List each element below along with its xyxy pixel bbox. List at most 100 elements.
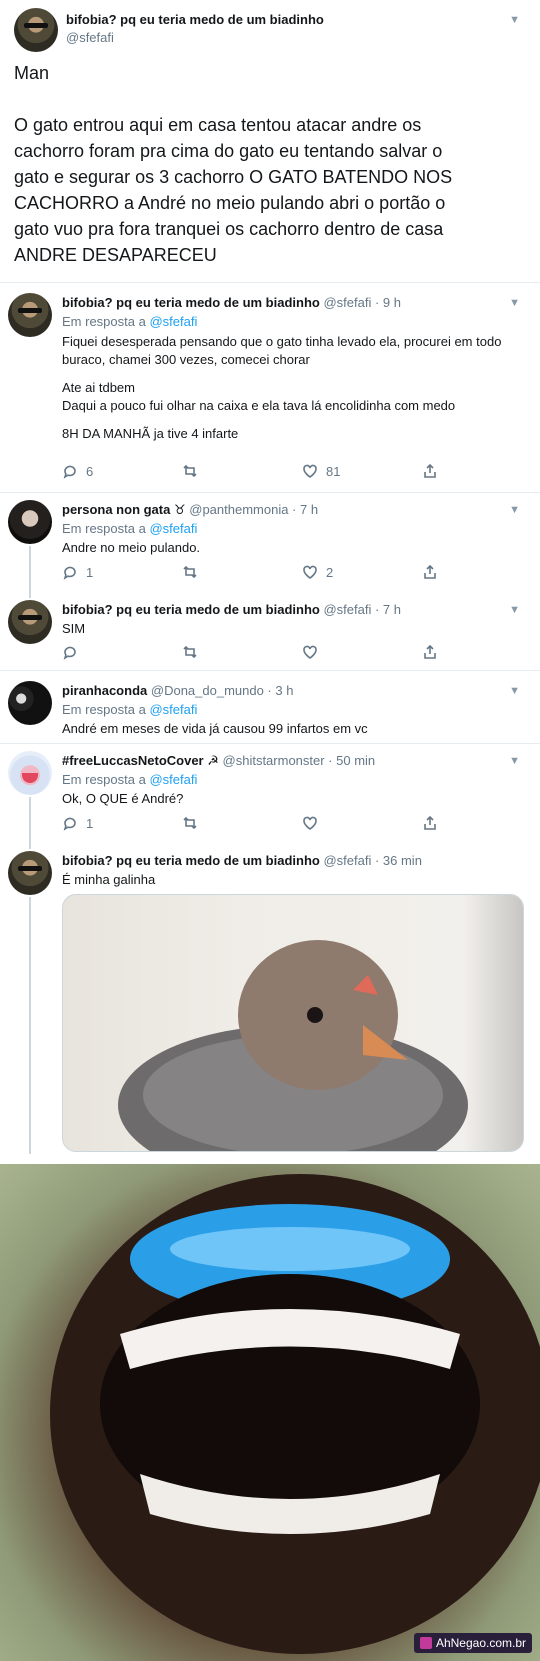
like-button[interactable] <box>302 815 318 831</box>
author-name[interactable]: bifobia? pq eu teria medo de um biadinho <box>66 12 324 27</box>
author-meta[interactable]: @panthemmonia · 7 h <box>189 502 318 517</box>
reply-button[interactable] <box>62 644 78 660</box>
retweet-button[interactable] <box>182 564 198 580</box>
author-handle[interactable]: @sfefafi <box>66 30 114 45</box>
heart-icon <box>303 565 317 579</box>
retweet-icon <box>183 565 197 579</box>
tweet-thread: bifobia? pq eu teria medo de um biadinho… <box>0 0 540 1164</box>
reply-count: 6 <box>86 463 94 479</box>
in-reply-link[interactable]: @sfefafi <box>149 521 197 536</box>
reply-icon <box>63 646 76 660</box>
tweet-line: Man <box>14 63 50 83</box>
author-meta[interactable]: @Dona_do_mundo · 3 h <box>151 683 294 698</box>
watermark-text: AhNegao.com.br <box>435 1636 526 1650</box>
laughing-face-illustration <box>50 1174 540 1654</box>
chevron-down-icon[interactable]: ▼ <box>509 685 520 697</box>
reply-tweet[interactable]: bifobia? pq eu teria medo de um biadinho… <box>0 293 540 490</box>
reply-tweet[interactable]: piranhaconda @Dona_do_mundo · 3 h ▼ Em r… <box>0 681 540 741</box>
tweet-line: ANDRE DESAPARECEU <box>14 245 217 265</box>
tweet-line: CACHORRO a André no meio pulando abri o … <box>14 193 446 213</box>
author-name[interactable]: bifobia? pq eu teria medo de um biadinho <box>62 295 320 310</box>
avatar[interactable] <box>8 851 52 895</box>
author-name[interactable]: persona non gata ♉ <box>62 502 186 517</box>
reply-button[interactable]: 6 <box>62 463 93 479</box>
reply-icon <box>63 465 76 479</box>
share-button[interactable] <box>422 463 438 479</box>
in-reply-label: Em resposta a <box>62 772 146 787</box>
tweet-text: André em meses de vida já causou 99 infa… <box>62 720 522 738</box>
tweet-line: Fiquei desesperada pensando que o gato t… <box>62 334 502 349</box>
retweet-button[interactable] <box>182 463 198 479</box>
share-icon <box>424 463 436 478</box>
thread-connector <box>29 797 31 849</box>
reply-button[interactable]: 1 <box>62 564 93 580</box>
reply-header: #freeLuccasNetoCover ☭ @shitstarmonster … <box>62 753 375 769</box>
reply-header: persona non gata ♉ @panthemmonia · 7 h <box>62 502 318 518</box>
reply-tweet[interactable]: persona non gata ♉ @panthemmonia · 7 h ▼… <box>0 500 540 585</box>
reply-tweet[interactable]: bifobia? pq eu teria medo de um biadinho… <box>0 600 540 668</box>
share-button[interactable] <box>422 564 438 580</box>
reply-tweet[interactable]: bifobia? pq eu teria medo de um biadinho… <box>0 851 540 895</box>
retweet-icon <box>183 645 197 659</box>
avatar[interactable] <box>8 500 52 544</box>
avatar[interactable] <box>8 600 52 644</box>
avatar[interactable] <box>8 751 52 795</box>
tweet-line: Daqui a pouco fui olhar na caixa e ela t… <box>62 398 456 413</box>
divider <box>0 492 540 493</box>
author-meta[interactable]: @shitstarmonster · 50 min <box>223 753 376 768</box>
tweet-line: buraco, chamei 300 vezes, comecei chorar <box>62 352 310 367</box>
like-count: 2 <box>326 564 334 580</box>
chicken-photo[interactable] <box>62 894 524 1152</box>
cap-highlight <box>170 1227 410 1271</box>
chevron-down-icon[interactable]: ▼ <box>509 297 520 309</box>
chevron-down-icon[interactable]: ▼ <box>509 604 520 616</box>
in-reply-link[interactable]: @sfefafi <box>149 314 197 329</box>
author-name[interactable]: piranhaconda <box>62 683 147 698</box>
retweet-button[interactable] <box>182 644 198 660</box>
like-button[interactable]: 81 <box>302 463 340 479</box>
chevron-down-icon[interactable]: ▼ <box>509 504 520 516</box>
avatar[interactable] <box>8 293 52 337</box>
tweet-text: SIM <box>62 620 522 638</box>
reply-tweet[interactable]: #freeLuccasNetoCover ☭ @shitstarmonster … <box>0 751 540 836</box>
in-reply-label: Em resposta a <box>62 314 146 329</box>
author-meta[interactable]: @sfefafi · 9 h <box>323 295 401 310</box>
like-button[interactable]: 2 <box>302 564 333 580</box>
author-meta[interactable]: @sfefafi · 36 min <box>323 853 421 868</box>
retweet-button[interactable] <box>182 815 198 831</box>
like-button[interactable] <box>302 644 318 660</box>
author-name[interactable]: bifobia? pq eu teria medo de um biadinho <box>62 853 320 868</box>
tweet-line: gato vuo pra fora tranquei os cachorro d… <box>14 219 444 239</box>
in-reply-link[interactable]: @sfefafi <box>149 772 197 787</box>
reply-header: piranhaconda @Dona_do_mundo · 3 h <box>62 683 293 698</box>
like-count: 81 <box>326 463 341 479</box>
reply-header: bifobia? pq eu teria medo de um biadinho… <box>62 295 401 310</box>
share-button[interactable] <box>422 815 438 831</box>
watermark: AhNegao.com.br <box>413 1633 532 1653</box>
in-reply-link[interactable]: @sfefafi <box>149 702 197 717</box>
heart-icon <box>303 464 317 478</box>
author-meta[interactable]: @sfefafi · 7 h <box>323 602 401 617</box>
share-icon <box>424 644 436 659</box>
author-name[interactable]: bifobia? pq eu teria medo de um biadinho <box>62 602 320 617</box>
share-button[interactable] <box>422 644 438 660</box>
avatar[interactable] <box>8 681 52 725</box>
in-reply-label: Em resposta a <box>62 521 146 536</box>
tweet-line: André em meses de vida já causou 99 infa… <box>62 721 368 736</box>
author-name[interactable]: #freeLuccasNetoCover ☭ <box>62 753 219 768</box>
chicken-eye <box>307 1007 323 1023</box>
avatar[interactable] <box>14 8 58 52</box>
retweet-icon <box>183 464 197 478</box>
main-tweet[interactable]: bifobia? pq eu teria medo de um biadinho… <box>0 0 540 283</box>
tweet-line: É minha galinha <box>62 872 156 887</box>
in-reply-to: Em resposta a @sfefafi <box>62 314 197 329</box>
reply-button[interactable]: 1 <box>62 815 93 831</box>
tweet-line: gato e segurar os 3 cachorro O GATO BATE… <box>14 167 453 187</box>
retweet-icon <box>183 816 197 830</box>
chevron-down-icon[interactable]: ▼ <box>509 14 520 26</box>
tweet-line: cachorro foram pra cima do gato eu tenta… <box>14 141 443 161</box>
tweet-text: É minha galinha <box>62 871 522 889</box>
chevron-down-icon[interactable]: ▼ <box>509 755 520 767</box>
